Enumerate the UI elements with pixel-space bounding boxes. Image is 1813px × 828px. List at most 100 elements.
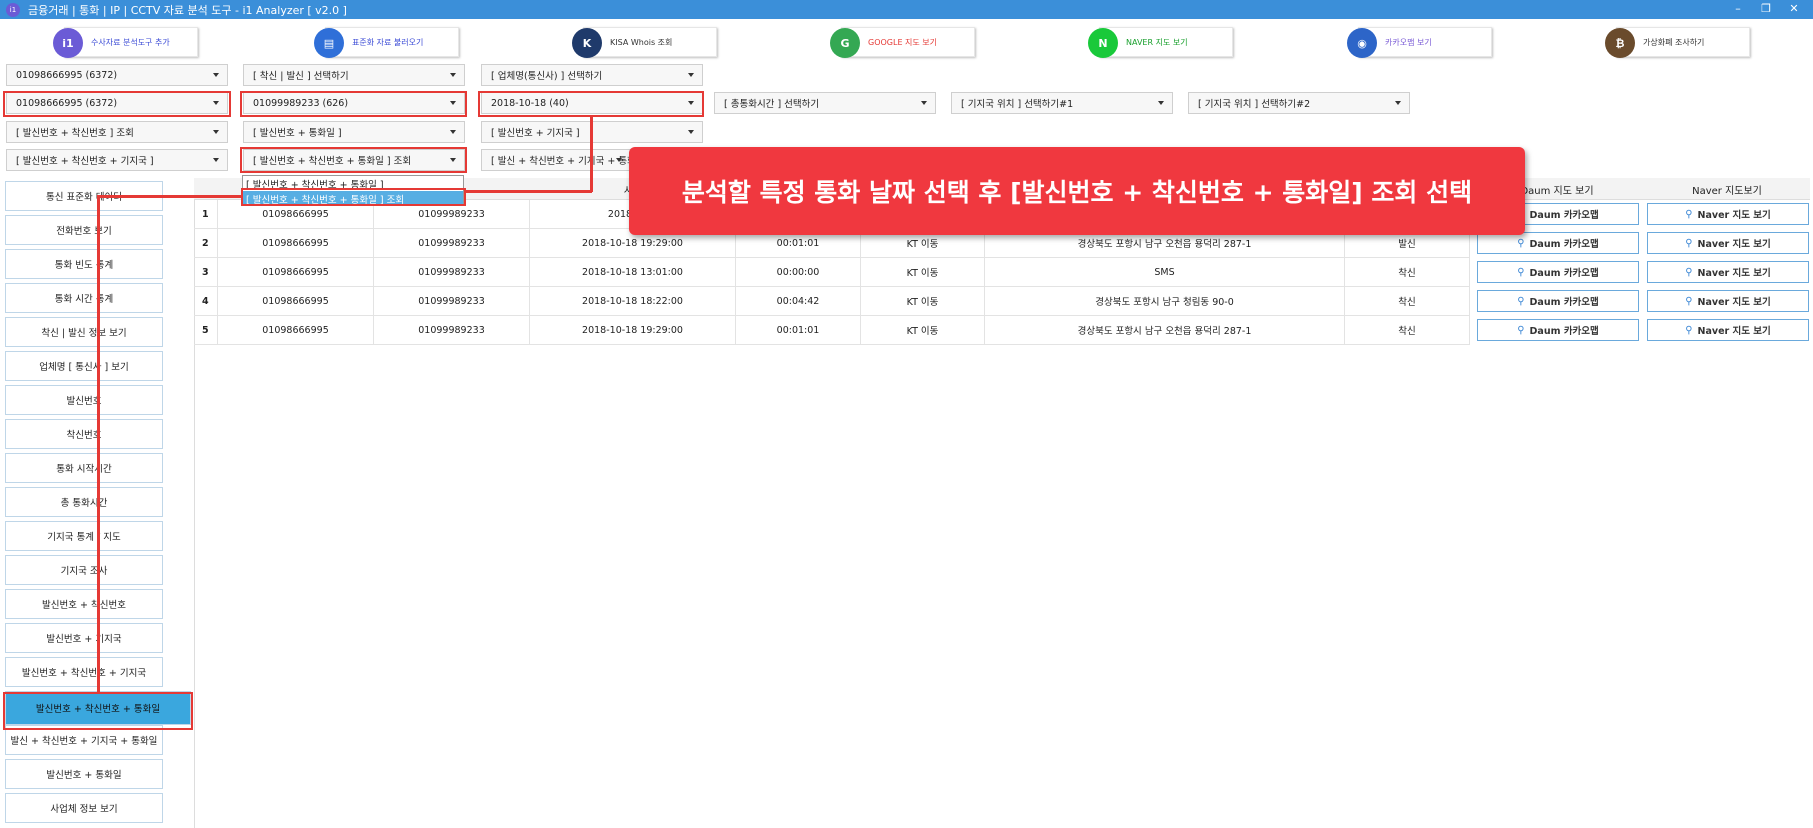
sidebar-item[interactable]: 총 통화시간 bbox=[5, 487, 163, 517]
combo-value: [ 기지국 위치 ] 선택하기#2 bbox=[1198, 99, 1311, 110]
filter-combo[interactable]: 01098666995 (6372) bbox=[6, 92, 228, 114]
person-pin-icon: ⚲ bbox=[1517, 324, 1525, 336]
filter-combo[interactable]: [ 발신 + 착신번호 + 기지국 + 통화일 ] bbox=[481, 149, 631, 171]
filter-combo[interactable]: [ 발신번호 + 기지국 ] bbox=[481, 121, 703, 143]
filter-combo[interactable]: [ 발신번호 + 통화일 ] bbox=[243, 121, 465, 143]
table-cell-carrier: KT 이동 bbox=[861, 258, 985, 287]
dropdown-option[interactable]: [ 발신번호 + 착신번호 + 통화일 ] bbox=[243, 176, 463, 191]
toolbar-icon: N bbox=[1088, 28, 1118, 58]
chevron-down-icon bbox=[450, 73, 456, 77]
table-cell-no: 3 bbox=[194, 258, 218, 287]
sidebar-item[interactable]: 기지국 통계 / 지도 bbox=[5, 521, 163, 551]
filter-combo[interactable]: [ 발신번호 + 착신번호 + 기지국 ] bbox=[6, 149, 228, 171]
app-logo-icon: i1 bbox=[6, 2, 20, 17]
filter-combo[interactable]: [ 발신번호 + 착신번호 ] 조회 bbox=[6, 121, 228, 143]
combo-value: [ 발신번호 + 기지국 ] bbox=[491, 128, 580, 139]
chevron-down-icon bbox=[213, 130, 219, 134]
table-cell-duration: 00:01:01 bbox=[736, 316, 861, 345]
sidebar-item[interactable]: 발신번호 + 통화일 bbox=[5, 759, 163, 789]
chevron-down-icon bbox=[213, 101, 219, 105]
filter-combo[interactable]: [ 발신번호 + 착신번호 + 통화일 ] 조회 bbox=[243, 149, 465, 171]
toolbar-button[interactable]: ◉ 카카오맵 보기 bbox=[1347, 27, 1492, 58]
chevron-down-icon bbox=[450, 158, 456, 162]
daum-map-button[interactable]: ⚲ Daum 카카오맵 bbox=[1477, 319, 1639, 341]
sidebar-item[interactable]: 전화번호 보기 bbox=[5, 215, 163, 245]
combo-value: 01098666995 (6372) bbox=[16, 97, 118, 109]
daum-map-button[interactable]: ⚲ Daum 카카오맵 bbox=[1477, 232, 1639, 254]
table-cell-callee: 01099989233 bbox=[374, 258, 530, 287]
toolbar-button[interactable]: G GOOGLE 지도 보기 bbox=[830, 27, 975, 58]
sidebar-item[interactable]: 업체명 [ 통신사 ] 보기 bbox=[5, 351, 163, 381]
table-cell-callee: 01099989233 bbox=[374, 229, 530, 258]
minimize-button[interactable]: – bbox=[1730, 1, 1746, 17]
daum-map-button[interactable]: ⚲ Daum 카카오맵 bbox=[1477, 290, 1639, 312]
combo-value: 01099989233 (626) bbox=[253, 97, 349, 109]
filter-combo[interactable]: [ 기지국 위치 ] 선택하기#2 bbox=[1188, 92, 1410, 114]
chevron-down-icon bbox=[921, 101, 927, 105]
person-pin-icon: ⚲ bbox=[1685, 266, 1693, 278]
sidebar-item[interactable]: 발신번호 + 기지국 bbox=[5, 623, 163, 653]
sidebar-item[interactable]: 통화 시간 통계 bbox=[5, 283, 163, 313]
filter-combo[interactable]: [ 총통화시간 ] 선택하기 bbox=[714, 92, 936, 114]
sidebar-item[interactable]: 발신번호 + 착신번호 bbox=[5, 589, 163, 619]
toolbar-button[interactable]: K KISA Whois 조회 bbox=[572, 27, 717, 58]
query-dropdown-list: [ 발신번호 + 착신번호 + 통화일 ] [ 발신번호 + 착신번호 + 통화… bbox=[242, 175, 464, 206]
toolbar-button[interactable]: ▤ 표준화 자료 불러오기 bbox=[314, 27, 459, 58]
sidebar-item[interactable]: 발신 + 착신번호 + 기지국 + 통화일 bbox=[5, 725, 163, 755]
map-button-label: Naver 지도 보기 bbox=[1697, 268, 1771, 279]
naver-map-button[interactable]: ⚲ Naver 지도 보기 bbox=[1647, 232, 1809, 254]
toolbar-button[interactable]: i1 수사자료 분석도구 추가 bbox=[53, 27, 198, 58]
filter-combo[interactable]: 01099989233 (626) bbox=[243, 92, 465, 114]
sidebar-item[interactable]: 기지국 조사 bbox=[5, 555, 163, 585]
table-cell-location: 경상북도 포항시 남구 청림동 90-0 bbox=[985, 287, 1345, 316]
window-title: 금융거래 | 통화 | IP | CCTV 자료 분석 도구 - i1 Anal… bbox=[28, 3, 347, 17]
person-pin-icon: ⚲ bbox=[1517, 237, 1525, 249]
sidebar-item[interactable]: 통신 표준화 데이터 bbox=[5, 181, 163, 211]
table-cell-callee: 01099989233 bbox=[374, 287, 530, 316]
table-cell-duration: 00:04:42 bbox=[736, 287, 861, 316]
sidebar-item[interactable]: 통화 시작시간 bbox=[5, 453, 163, 483]
naver-map-button[interactable]: ⚲ Naver 지도 보기 bbox=[1647, 290, 1809, 312]
sidebar-item[interactable]: 사업체 정보 보기 bbox=[5, 793, 163, 823]
combo-value: [ 업체명(통신사) ] 선택하기 bbox=[491, 71, 603, 82]
combo-value: [ 발신 + 착신번호 + 기지국 + 통화일 ] bbox=[491, 156, 630, 167]
column-header[interactable]: Naver 지도보기 bbox=[1644, 178, 1810, 200]
map-button-label: Naver 지도 보기 bbox=[1697, 326, 1771, 337]
filter-combo[interactable]: [ 업체명(통신사) ] 선택하기 bbox=[481, 64, 703, 86]
column-header[interactable] bbox=[194, 178, 218, 200]
filter-combo[interactable]: 2018-10-18 (40) bbox=[481, 92, 703, 114]
sidebar-item[interactable]: 발신번호 bbox=[5, 385, 163, 415]
sidebar-item[interactable]: 착신번호 bbox=[5, 419, 163, 449]
toolbar-button[interactable]: N NAVER 지도 보기 bbox=[1088, 27, 1233, 58]
instruction-callout: 분석할 특정 통화 날짜 선택 후 [발신번호 + 착신번호 + 통화일] 조회… bbox=[629, 147, 1525, 235]
naver-map-button[interactable]: ⚲ Naver 지도 보기 bbox=[1647, 203, 1809, 225]
toolbar-icon: i1 bbox=[53, 28, 83, 58]
dropdown-option-selected[interactable]: [ 발신번호 + 착신번호 + 통화일 ] 조회 bbox=[243, 191, 463, 206]
daum-map-button[interactable]: ⚲ Daum 카카오맵 bbox=[1477, 261, 1639, 283]
chevron-down-icon bbox=[450, 101, 456, 105]
map-button-label: Daum 카카오맵 bbox=[1529, 326, 1599, 337]
table-cell-type: 착신 bbox=[1345, 316, 1470, 345]
sidebar-item[interactable]: 발신번호 + 착신번호 + 통화일 bbox=[5, 691, 191, 725]
close-button[interactable]: ✕ bbox=[1786, 1, 1802, 17]
combo-value: 2018-10-18 (40) bbox=[491, 97, 569, 109]
filter-combo[interactable]: [ 착신 | 발신 ] 선택하기 bbox=[243, 64, 465, 86]
combo-value: 01098666995 (6372) bbox=[16, 69, 118, 81]
chevron-down-icon bbox=[213, 158, 219, 162]
toolbar-button-label: NAVER 지도 보기 bbox=[1126, 37, 1188, 47]
sidebar-item[interactable]: 착신 | 발신 정보 보기 bbox=[5, 317, 163, 347]
filter-combo[interactable]: [ 기지국 위치 ] 선택하기#1 bbox=[951, 92, 1173, 114]
filter-combo[interactable]: 01098666995 (6372) bbox=[6, 64, 228, 86]
sidebar-item[interactable]: 발신번호 + 착신번호 + 기지국 bbox=[5, 657, 163, 687]
combo-value: [ 기지국 위치 ] 선택하기#1 bbox=[961, 99, 1074, 110]
naver-map-button[interactable]: ⚲ Naver 지도 보기 bbox=[1647, 261, 1809, 283]
naver-map-button[interactable]: ⚲ Naver 지도 보기 bbox=[1647, 319, 1809, 341]
table-cell-caller: 01098666995 bbox=[218, 316, 374, 345]
table-cell-start: 2018-10-18 13:01:00 bbox=[530, 258, 736, 287]
person-pin-icon: ⚲ bbox=[1685, 324, 1693, 336]
toolbar-button[interactable]: ₿ 가상화폐 조사하기 bbox=[1605, 27, 1750, 58]
combo-value: [ 발신번호 + 착신번호 ] 조회 bbox=[16, 128, 134, 139]
map-button-label: Naver 지도 보기 bbox=[1697, 297, 1771, 308]
sidebar-item[interactable]: 통화 빈도 통계 bbox=[5, 249, 163, 279]
restore-button[interactable]: ❐ bbox=[1758, 1, 1774, 17]
